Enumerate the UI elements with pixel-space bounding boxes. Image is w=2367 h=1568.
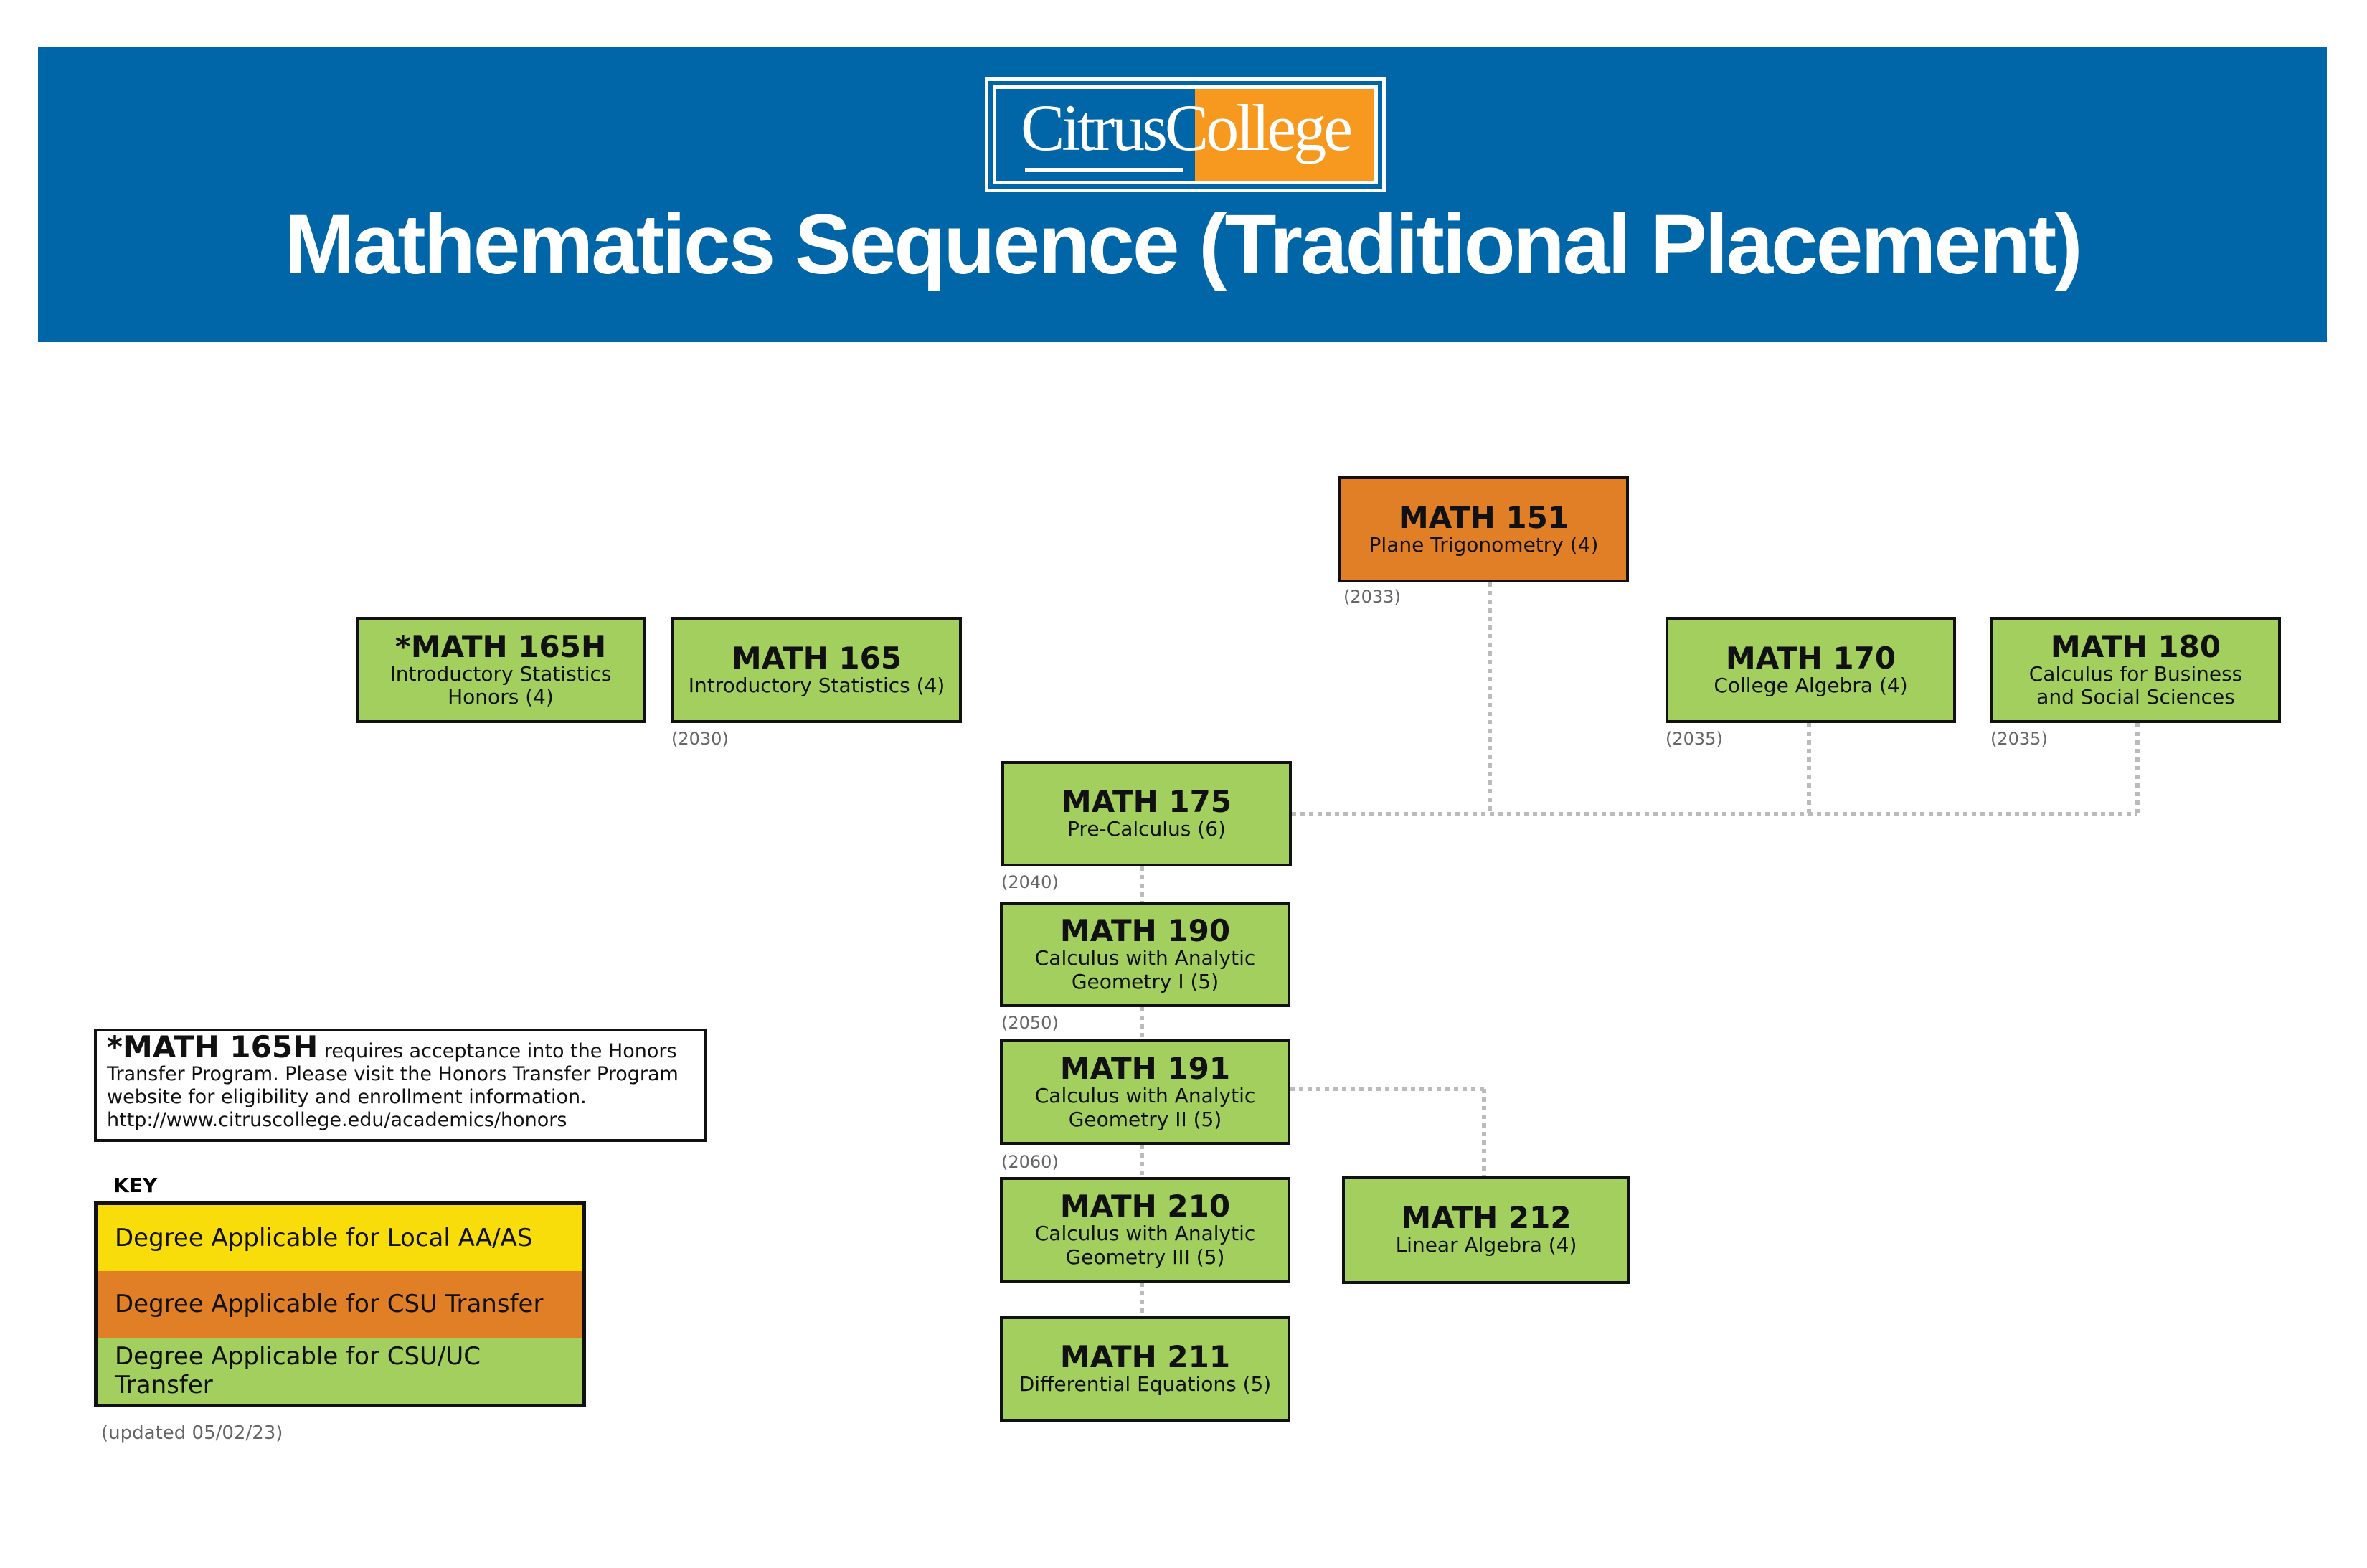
course-math-170: MATH 170 College Algebra (4) — [1666, 617, 1956, 723]
course-math-190: MATH 190 Calculus with Analytic Geometry … — [1000, 902, 1290, 1007]
course-number: (2050) — [1001, 1013, 1059, 1033]
honors-link[interactable]: http://www.citruscollege.edu/academics/h… — [107, 1109, 567, 1131]
course-math-191: MATH 191 Calculus with Analytic Geometry … — [1000, 1039, 1290, 1145]
course-math-180: MATH 180 Calculus for Business and Social… — [1990, 617, 2281, 723]
course-number: (2035) — [1666, 729, 1723, 749]
key-label: KEY — [113, 1173, 158, 1197]
note-course: *MATH 165H — [107, 1029, 318, 1064]
key-item-csu-uc-transfer: Degree Applicable for CSU/UC Transfer — [98, 1337, 582, 1404]
course-number: (2033) — [1343, 587, 1401, 607]
course-number: (2040) — [1001, 872, 1059, 892]
course-number: (2035) — [1990, 729, 2048, 749]
course-number: (2030) — [671, 729, 729, 749]
updated-date: (updated 05/02/23) — [101, 1422, 283, 1444]
course-math-165h: *MATH 165H Introductory Statistics Honors… — [356, 617, 646, 723]
course-math-211: MATH 211 Differential Equations (5) — [1000, 1316, 1290, 1422]
course-number: (2060) — [1001, 1152, 1059, 1172]
color-key: Degree Applicable for Local AA/AS Degree… — [94, 1201, 586, 1407]
course-math-165: MATH 165 Introductory Statistics (4) — [671, 617, 962, 723]
key-item-csu-transfer: Degree Applicable for CSU Transfer — [98, 1271, 582, 1338]
honors-note: *MATH 165H requires acceptance into the … — [94, 1029, 707, 1142]
course-math-212: MATH 212 Linear Algebra (4) — [1342, 1176, 1630, 1284]
course-math-175: MATH 175 Pre-Calculus (6) — [1001, 761, 1292, 866]
key-item-local-aa-as: Degree Applicable for Local AA/AS — [98, 1205, 582, 1272]
course-math-151: MATH 151 Plane Trigonometry (4) — [1338, 476, 1629, 582]
course-math-210: MATH 210 Calculus with Analytic Geometry … — [1000, 1177, 1290, 1283]
